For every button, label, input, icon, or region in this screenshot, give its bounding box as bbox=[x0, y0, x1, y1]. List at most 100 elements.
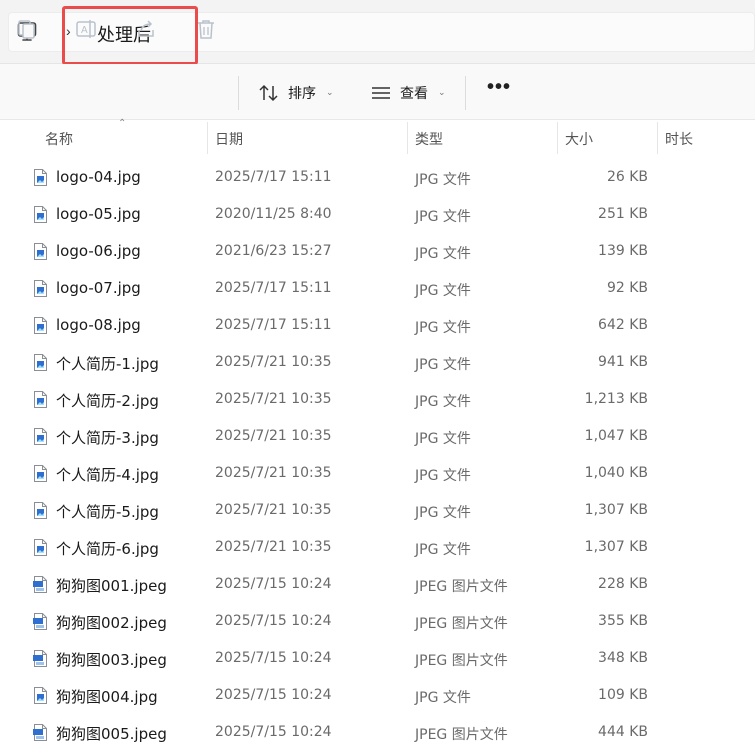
file-type: JPG 文件 bbox=[415, 505, 471, 521]
view-icon bbox=[372, 87, 390, 99]
file-size: 444 KB bbox=[598, 724, 648, 740]
file-size: 1,047 KB bbox=[584, 428, 648, 444]
file-type: JPEG 图片文件 bbox=[415, 579, 508, 595]
sort-icon bbox=[259, 84, 278, 102]
file-type: JPG 文件 bbox=[415, 320, 471, 336]
file-size: 355 KB bbox=[598, 613, 648, 629]
file-date: 2025/7/21 10:35 bbox=[215, 391, 332, 407]
file-size: 642 KB bbox=[598, 317, 648, 333]
file-row[interactable]: logo-08.jpg 2025/7/17 15:11 JPG 文件 642 KB bbox=[0, 307, 755, 344]
jpg-image-file-icon bbox=[34, 502, 47, 519]
file-size: 1,307 KB bbox=[584, 502, 648, 518]
delete-icon[interactable] bbox=[195, 18, 217, 40]
jpg-image-file-icon bbox=[34, 539, 47, 556]
jpg-image-file-icon bbox=[34, 206, 47, 223]
more-options-icon[interactable]: ••• bbox=[487, 77, 511, 97]
column-header-row: 名称 日期 类型 大小 时长 bbox=[0, 120, 755, 156]
file-name: logo-08.jpg bbox=[56, 316, 141, 334]
file-name: logo-05.jpg bbox=[56, 205, 141, 223]
file-name: 个人简历-5.jpg bbox=[56, 503, 159, 521]
file-date: 2025/7/15 10:24 bbox=[215, 687, 332, 703]
file-size: 109 KB bbox=[598, 687, 648, 703]
file-row[interactable]: 狗狗图002.jpeg 2025/7/15 10:24 JPEG 图片文件 355 K… bbox=[0, 603, 755, 640]
file-size: 1,040 KB bbox=[584, 465, 648, 481]
file-date: 2025/7/21 10:35 bbox=[215, 428, 332, 444]
file-row[interactable]: 个人简历-2.jpg 2025/7/21 10:35 JPG 文件 1,213 KB bbox=[0, 381, 755, 418]
column-divider[interactable] bbox=[657, 122, 658, 154]
file-name: 狗狗图003.jpeg bbox=[56, 651, 167, 669]
file-row[interactable]: logo-06.jpg 2021/6/23 15:27 JPG 文件 139 KB bbox=[0, 233, 755, 270]
view-label: 查看 bbox=[400, 86, 428, 102]
file-date: 2025/7/15 10:24 bbox=[215, 650, 332, 666]
file-date: 2025/7/17 15:11 bbox=[215, 317, 332, 333]
jpg-image-file-icon bbox=[34, 280, 47, 297]
file-row[interactable]: 个人简历-6.jpg 2025/7/21 10:35 JPG 文件 1,307 KB bbox=[0, 529, 755, 566]
copy-icon[interactable] bbox=[16, 18, 38, 40]
file-type: JPG 文件 bbox=[415, 542, 471, 558]
file-date: 2025/7/17 15:11 bbox=[215, 280, 332, 296]
view-button[interactable]: 查看 ⌄ bbox=[370, 81, 446, 105]
sort-ascending-icon: ⌃ bbox=[118, 118, 127, 129]
file-date: 2020/11/25 8:40 bbox=[215, 206, 332, 222]
sort-button[interactable]: 排序 ⌄ bbox=[258, 81, 334, 105]
file-type: JPG 文件 bbox=[415, 690, 471, 706]
file-row[interactable]: 个人简历-5.jpg 2025/7/21 10:35 JPG 文件 1,307 KB bbox=[0, 492, 755, 529]
file-row[interactable]: 个人简历-4.jpg 2025/7/21 10:35 JPG 文件 1,040 KB bbox=[0, 455, 755, 492]
file-name: 个人简历-2.jpg bbox=[56, 392, 159, 410]
file-type: JPG 文件 bbox=[415, 357, 471, 373]
file-type: JPG 文件 bbox=[415, 172, 471, 188]
file-row[interactable]: 狗狗图003.jpeg 2025/7/15 10:24 JPEG 图片文件 348 K… bbox=[0, 640, 755, 677]
file-row[interactable]: 狗狗图005.jpeg 2025/7/15 10:24 JPEG 图片文件 444 K… bbox=[0, 714, 755, 744]
jpg-image-file-icon bbox=[34, 465, 47, 482]
file-size: 1,213 KB bbox=[584, 391, 648, 407]
chevron-down-icon: ⌄ bbox=[326, 88, 334, 98]
jpg-image-file-icon bbox=[34, 354, 47, 371]
file-row[interactable]: logo-04.jpg 2025/7/17 15:11 JPG 文件 26 KB bbox=[0, 159, 755, 196]
file-size: 139 KB bbox=[598, 243, 648, 259]
jpg-image-file-icon bbox=[34, 317, 47, 334]
file-name: 个人简历-1.jpg bbox=[56, 355, 159, 373]
column-divider[interactable] bbox=[557, 122, 558, 154]
toolbar-divider bbox=[238, 76, 239, 110]
file-date: 2025/7/21 10:35 bbox=[215, 465, 332, 481]
file-date: 2025/7/15 10:24 bbox=[215, 724, 332, 740]
file-size: 228 KB bbox=[598, 576, 648, 592]
file-row[interactable]: logo-05.jpg 2020/11/25 8:40 JPG 文件 251 KB bbox=[0, 196, 755, 233]
file-date: 2025/7/21 10:35 bbox=[215, 539, 332, 555]
file-row[interactable]: 狗狗图001.jpeg 2025/7/15 10:24 JPEG 图片文件 228 K… bbox=[0, 566, 755, 603]
file-type: JPG 文件 bbox=[415, 394, 471, 410]
file-date: 2021/6/23 15:27 bbox=[215, 243, 332, 259]
column-header-size[interactable]: 大小 bbox=[565, 129, 593, 149]
file-row[interactable]: 狗狗图004.jpg 2025/7/15 10:24 JPG 文件 109 KB bbox=[0, 677, 755, 714]
share-icon[interactable] bbox=[135, 18, 157, 40]
column-header-duration[interactable]: 时长 bbox=[665, 129, 693, 149]
column-divider[interactable] bbox=[407, 122, 408, 154]
jpeg-image-file-icon bbox=[33, 650, 47, 667]
sort-label: 排序 bbox=[288, 86, 316, 102]
file-name: logo-06.jpg bbox=[56, 242, 141, 260]
file-name: logo-04.jpg bbox=[56, 168, 141, 186]
jpg-image-file-icon bbox=[34, 169, 47, 186]
file-row[interactable]: 个人简历-3.jpg 2025/7/21 10:35 JPG 文件 1,047 KB bbox=[0, 418, 755, 455]
column-divider[interactable] bbox=[207, 122, 208, 154]
column-header-date[interactable]: 日期 bbox=[215, 129, 243, 149]
file-date: 2025/7/15 10:24 bbox=[215, 613, 332, 629]
jpg-image-file-icon bbox=[34, 687, 47, 704]
jpeg-image-file-icon bbox=[33, 576, 47, 593]
file-name: 狗狗图002.jpeg bbox=[56, 614, 167, 632]
file-name: 个人简历-3.jpg bbox=[56, 429, 159, 447]
jpeg-image-file-icon bbox=[33, 724, 47, 741]
file-type: JPG 文件 bbox=[415, 431, 471, 447]
toolbar-divider bbox=[465, 76, 466, 110]
file-date: 2025/7/21 10:35 bbox=[215, 502, 332, 518]
column-header-name[interactable]: 名称 bbox=[45, 129, 73, 149]
rename-icon[interactable]: A bbox=[75, 18, 97, 40]
file-type: JPG 文件 bbox=[415, 283, 471, 299]
file-type: JPG 文件 bbox=[415, 468, 471, 484]
column-header-type[interactable]: 类型 bbox=[415, 129, 443, 149]
file-size: 348 KB bbox=[598, 650, 648, 666]
file-name: logo-07.jpg bbox=[56, 279, 141, 297]
file-row[interactable]: logo-07.jpg 2025/7/17 15:11 JPG 文件 92 KB bbox=[0, 270, 755, 307]
file-row[interactable]: 个人简历-1.jpg 2025/7/21 10:35 JPG 文件 941 KB bbox=[0, 344, 755, 381]
file-size: 26 KB bbox=[606, 169, 648, 185]
